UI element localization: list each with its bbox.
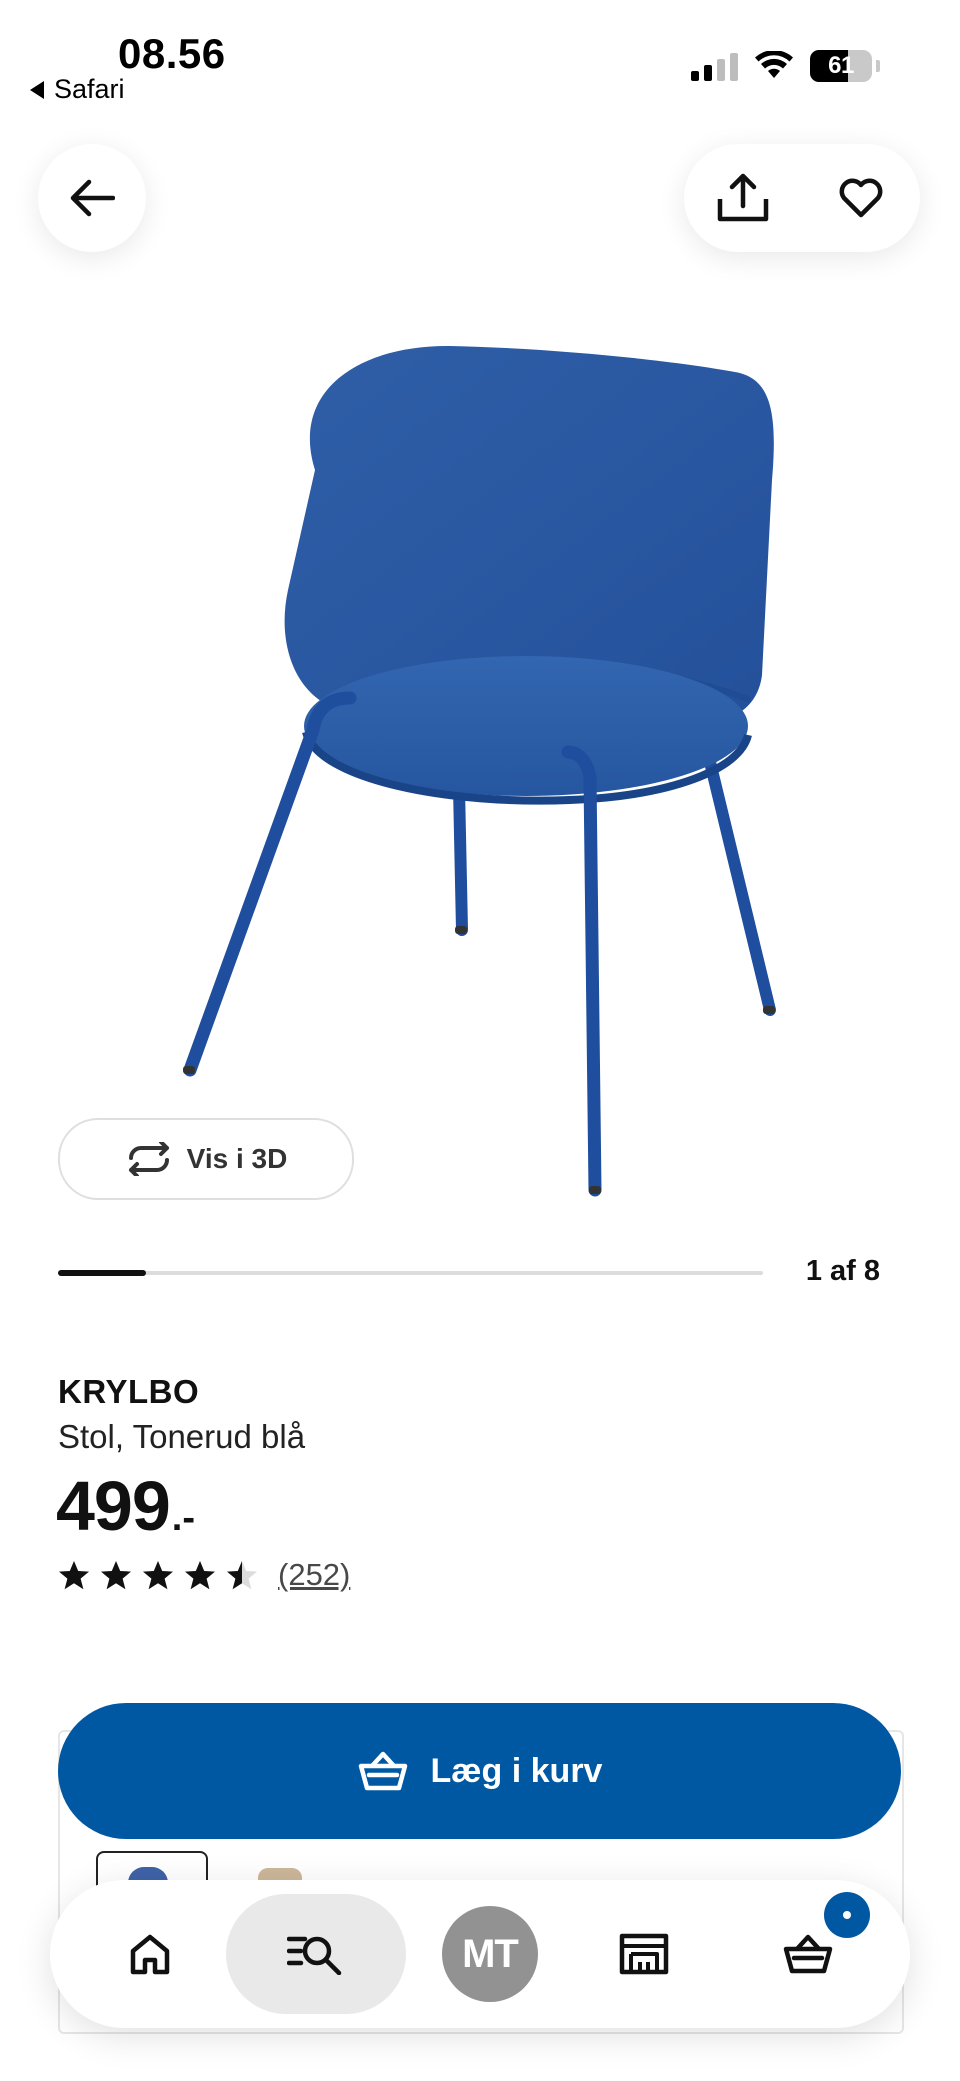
back-app-label: Safari <box>54 74 125 104</box>
battery-level: 61 <box>828 52 854 79</box>
view-3d-button[interactable]: Vis i 3D <box>58 1118 354 1200</box>
cellular-signal-icon <box>691 51 738 81</box>
rotate-3d-icon <box>128 1142 169 1176</box>
star-icon <box>185 1560 215 1589</box>
share-icon <box>717 173 769 222</box>
battery-icon: 61 <box>810 50 872 82</box>
product-name: KRYLBO <box>58 1373 200 1410</box>
home-icon <box>130 1934 170 1975</box>
heart-icon <box>839 178 883 218</box>
wifi-icon <box>755 51 793 78</box>
star-icon <box>143 1560 173 1589</box>
bottom-nav: MT <box>50 1880 910 2028</box>
add-to-cart-label: Læg i kurv <box>430 1751 603 1790</box>
back-button[interactable] <box>38 144 146 252</box>
star-icon <box>59 1560 89 1589</box>
rating-stars <box>58 1560 258 1591</box>
review-count-link[interactable]: (252) <box>278 1557 350 1593</box>
gallery-progress-fill <box>58 1270 147 1276</box>
product-description: Stol, Tonerud blå <box>58 1418 306 1455</box>
search-list-icon <box>287 1936 342 1975</box>
status-indicators: 61 <box>691 50 880 82</box>
store-icon <box>619 1933 669 1975</box>
arrow-left-icon <box>70 179 115 217</box>
gallery-position: 1 af 8 <box>805 1255 880 1287</box>
gallery-progress-bar <box>58 1270 763 1276</box>
cart-icon <box>783 1934 833 1974</box>
product-price: 499 .- <box>56 1466 195 1546</box>
back-triangle-icon <box>30 80 44 99</box>
star-icon <box>101 1560 131 1589</box>
favorite-button[interactable] <box>826 163 896 233</box>
product-image-chair[interactable] <box>150 320 800 1200</box>
header-actions <box>684 144 920 252</box>
profile-avatar: MT <box>442 1906 538 2002</box>
nav-store[interactable] <box>584 1894 704 2014</box>
add-to-cart-button[interactable]: Læg i kurv <box>58 1703 901 1839</box>
view-3d-label: Vis i 3D <box>186 1143 288 1174</box>
nav-home[interactable] <box>90 1894 210 2014</box>
product-page: 08.56 Safari 61 Vis i 3D 1 af 8 KRYLBO S… <box>0 0 960 2081</box>
back-to-safari[interactable]: Safari <box>30 74 125 105</box>
basket-icon <box>358 1751 407 1791</box>
price-suffix: .- <box>171 1497 196 1539</box>
nav-profile[interactable]: MT <box>430 1894 550 2014</box>
product-rating[interactable]: (252) <box>58 1557 350 1593</box>
star-icon <box>227 1560 257 1589</box>
cart-badge <box>824 1892 870 1938</box>
status-time: 08.56 <box>118 30 226 77</box>
price-amount: 499 <box>56 1467 171 1545</box>
share-button[interactable] <box>708 163 778 233</box>
nav-search[interactable] <box>226 1894 406 2014</box>
